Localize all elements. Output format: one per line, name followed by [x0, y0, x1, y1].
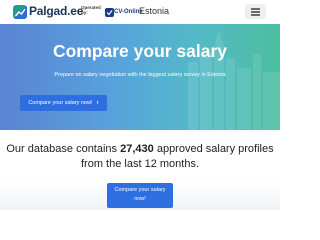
site-logo-text[interactable]: Palgad.ee: [29, 3, 83, 19]
database-stats-text: Our database contains 27,430 approved sa…: [0, 142, 280, 172]
chevron-right-icon: ›: [96, 99, 99, 106]
compare-salary-now-line2: now!: [134, 196, 146, 202]
compare-salary-now-line1: Compare your salary: [114, 187, 166, 193]
hamburger-menu-bar: [251, 11, 260, 13]
operated-by-label: Operated by:: [81, 5, 101, 15]
cv-online-logo-icon: [105, 8, 114, 17]
country-selector[interactable]: Estonia: [139, 5, 169, 17]
compare-salary-button[interactable]: Compare your salary now! ›: [20, 95, 107, 111]
compare-salary-now-button[interactable]: Compare your salary now!: [107, 183, 173, 208]
palgad-logo-icon[interactable]: [13, 5, 27, 19]
stats-prefix: Our database contains: [6, 143, 118, 155]
hamburger-menu-button[interactable]: [245, 4, 266, 19]
site-header: Palgad.ee Operated by: CV-Online Estonia: [0, 0, 280, 24]
hero-subtitle: Prepare on salary negotiation with the b…: [54, 72, 226, 78]
compare-salary-button-label: Compare your salary now!: [28, 100, 93, 106]
hamburger-menu-bar: [251, 14, 260, 16]
hero-banner: Compare your salary Prepare on salary ne…: [0, 24, 280, 130]
hamburger-menu-icon: [251, 8, 260, 10]
profile-count: 27,430: [120, 143, 154, 155]
hero-title: Compare your salary: [52, 41, 228, 61]
